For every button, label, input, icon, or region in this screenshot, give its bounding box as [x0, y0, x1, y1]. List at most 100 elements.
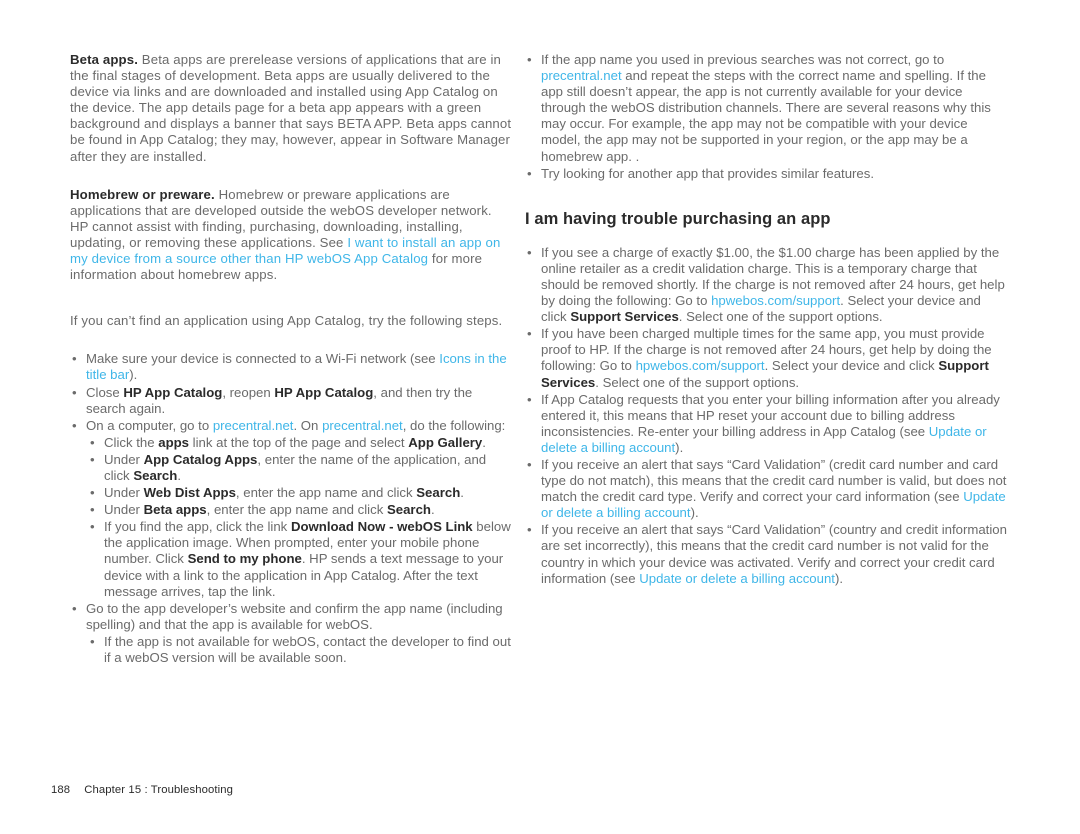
text-run: ).	[129, 367, 138, 383]
text-run: If the app name you used in previous sea…	[541, 52, 945, 67]
bullet-dot-icon: •	[72, 351, 77, 367]
text-run: Make sure your device is connected to a …	[86, 351, 440, 367]
list-item: • Make sure your device is connected to a…	[70, 351, 513, 383]
list-item: • Close HP App Catalog, reopen HP App Cat…	[70, 385, 513, 417]
right-bullet-list: • If you see a charge of exactly $1.00, …	[525, 245, 1008, 587]
text-run: ).	[834, 570, 844, 586]
text-run: ).	[675, 439, 684, 455]
text-run: . Select one of the support options.	[595, 374, 800, 390]
list-item-text: Close HP App Catalog, reopen HP App Cata…	[86, 385, 472, 416]
text-run: Go to the app developer’s website and co…	[86, 600, 503, 632]
bullet-dot-icon: •	[527, 244, 532, 260]
list-item: • If the app is not available for webOS, …	[88, 634, 513, 666]
text-run: On a computer, go to	[86, 417, 213, 433]
bold-run: Web Dist Apps	[143, 485, 236, 501]
list-item-text: If App Catalog requests that you enter y…	[541, 392, 1000, 455]
list-item: • Under Beta apps, enter the app name and…	[88, 502, 513, 518]
list-item-text: Under Beta apps, enter the app name and …	[104, 502, 435, 517]
bullet-dot-icon: •	[90, 485, 95, 501]
cross-reference-link[interactable]: Update or delete a billing account	[639, 571, 835, 586]
list-item: • Under App Catalog Apps, enter the name …	[88, 452, 513, 484]
cross-reference-link[interactable]: precentral.net	[322, 418, 403, 433]
list-item: • If the app name you used in previous se…	[525, 52, 1008, 165]
list-item: • If you have been charged multiple times…	[525, 326, 1008, 390]
text-run: . On	[293, 417, 323, 433]
paragraph-intro-steps: If you can’t find an application using A…	[70, 313, 503, 329]
section-heading-purchasing: I am having trouble purchasing an app	[525, 209, 831, 228]
list-item: • If you see a charge of exactly $1.00, …	[525, 245, 1008, 325]
list-item-text: If you find the app, click the link Down…	[104, 519, 511, 598]
right-column: • If the app name you used in previous se…	[513, 0, 1080, 667]
list-item-text: Under App Catalog Apps, enter the name o…	[104, 452, 486, 483]
bullet-dot-icon: •	[527, 522, 532, 538]
list-item-text: If the app name you used in previous sea…	[541, 52, 991, 164]
bold-run: HP App Catalog	[123, 384, 223, 400]
text-run: , do the following:	[402, 417, 506, 433]
list-item: • Under Web Dist Apps, enter the app name…	[88, 485, 513, 501]
bullet-dot-icon: •	[90, 633, 95, 649]
cross-reference-link[interactable]: hpwebos.com/support	[636, 358, 765, 373]
bold-run: Support Services	[570, 309, 679, 325]
text-run: . Select your device and click	[764, 358, 939, 374]
nested-list: • Click the apps link at the top of the p…	[88, 435, 513, 600]
list-item-text: Under Web Dist Apps, enter the app name …	[104, 485, 464, 500]
left-column: Beta apps. Beta apps are prerelease vers…	[0, 0, 513, 667]
bullet-dot-icon: •	[72, 600, 77, 616]
bullet-dot-icon: •	[527, 391, 532, 407]
text-run: Click the	[104, 434, 159, 450]
bold-run: HP App Catalog	[274, 384, 374, 400]
bullet-dot-icon: •	[72, 384, 77, 400]
text-run: If you find the app, click the link	[104, 519, 291, 535]
bold-run: Search	[386, 502, 431, 518]
bold-run: Search	[416, 485, 461, 501]
paragraph-homebrew: Homebrew or preware. Homebrew or preware…	[70, 187, 513, 284]
text-run: link at the top of the page and select	[189, 434, 409, 450]
bullet-dot-icon: •	[90, 434, 95, 450]
list-item-text: Go to the app developer’s website and co…	[86, 601, 503, 632]
cross-reference-link[interactable]: precentral.net	[541, 68, 622, 83]
text-run: , enter the app name and click	[206, 502, 387, 518]
document-page: Beta apps. Beta apps are prerelease vers…	[0, 0, 1080, 834]
list-item: • On a computer, go to precentral.net. On…	[70, 418, 513, 434]
page-footer: 188 Chapter 15 : Troubleshooting	[38, 772, 233, 808]
text-run: Try looking for another app that provide…	[541, 165, 875, 181]
two-column-layout: Beta apps. Beta apps are prerelease vers…	[0, 0, 1080, 667]
list-item: • Click the apps link at the top of the p…	[88, 435, 513, 451]
bullet-dot-icon: •	[90, 502, 95, 518]
beta-apps-body: Beta apps are prerelease versions of app…	[70, 52, 512, 164]
bold-run: App Gallery	[408, 434, 483, 450]
paragraph-beta-apps: Beta apps. Beta apps are prerelease vers…	[70, 52, 513, 165]
cross-reference-link[interactable]: precentral.net	[213, 418, 294, 433]
list-item-text: If you receive an alert that says “Card …	[541, 522, 1007, 585]
right-top-bullet-list: • If the app name you used in previous se…	[525, 52, 1008, 182]
text-run: .	[177, 467, 181, 483]
text-run: .	[460, 485, 464, 501]
text-run: .	[482, 434, 486, 450]
bullet-dot-icon: •	[527, 52, 532, 67]
list-item: • If you receive an alert that says “Card…	[525, 457, 1008, 521]
list-item-text: Click the apps link at the top of the pa…	[104, 435, 486, 450]
list-item-text: Try looking for another app that provide…	[541, 166, 874, 181]
list-item-text: If you have been charged multiple times …	[541, 326, 992, 389]
bullet-dot-icon: •	[72, 417, 77, 433]
bold-run: Search	[133, 467, 178, 483]
text-run: If you receive an alert that says “Card …	[541, 456, 1007, 505]
text-run: ).	[690, 505, 699, 521]
footer-chapter-label: Chapter 15 : Troubleshooting	[84, 784, 234, 796]
text-run: , enter the app name and click	[235, 485, 417, 501]
list-item: • If App Catalog requests that you enter …	[525, 392, 1008, 456]
text-run: .	[430, 502, 435, 518]
cross-reference-link[interactable]: hpwebos.com/support	[711, 293, 840, 308]
bullet-dot-icon: •	[90, 451, 95, 467]
bold-run: App Catalog Apps	[143, 451, 258, 467]
list-item-text: On a computer, go to precentral.net. On …	[86, 418, 505, 433]
text-run: If the app is not available for webOS, c…	[104, 633, 511, 665]
text-run: Close	[86, 384, 124, 400]
list-item-text: Make sure your device is connected to a …	[86, 351, 507, 382]
bullet-dot-icon: •	[527, 456, 532, 472]
list-item: • If you find the app, click the link Dow…	[88, 519, 513, 599]
